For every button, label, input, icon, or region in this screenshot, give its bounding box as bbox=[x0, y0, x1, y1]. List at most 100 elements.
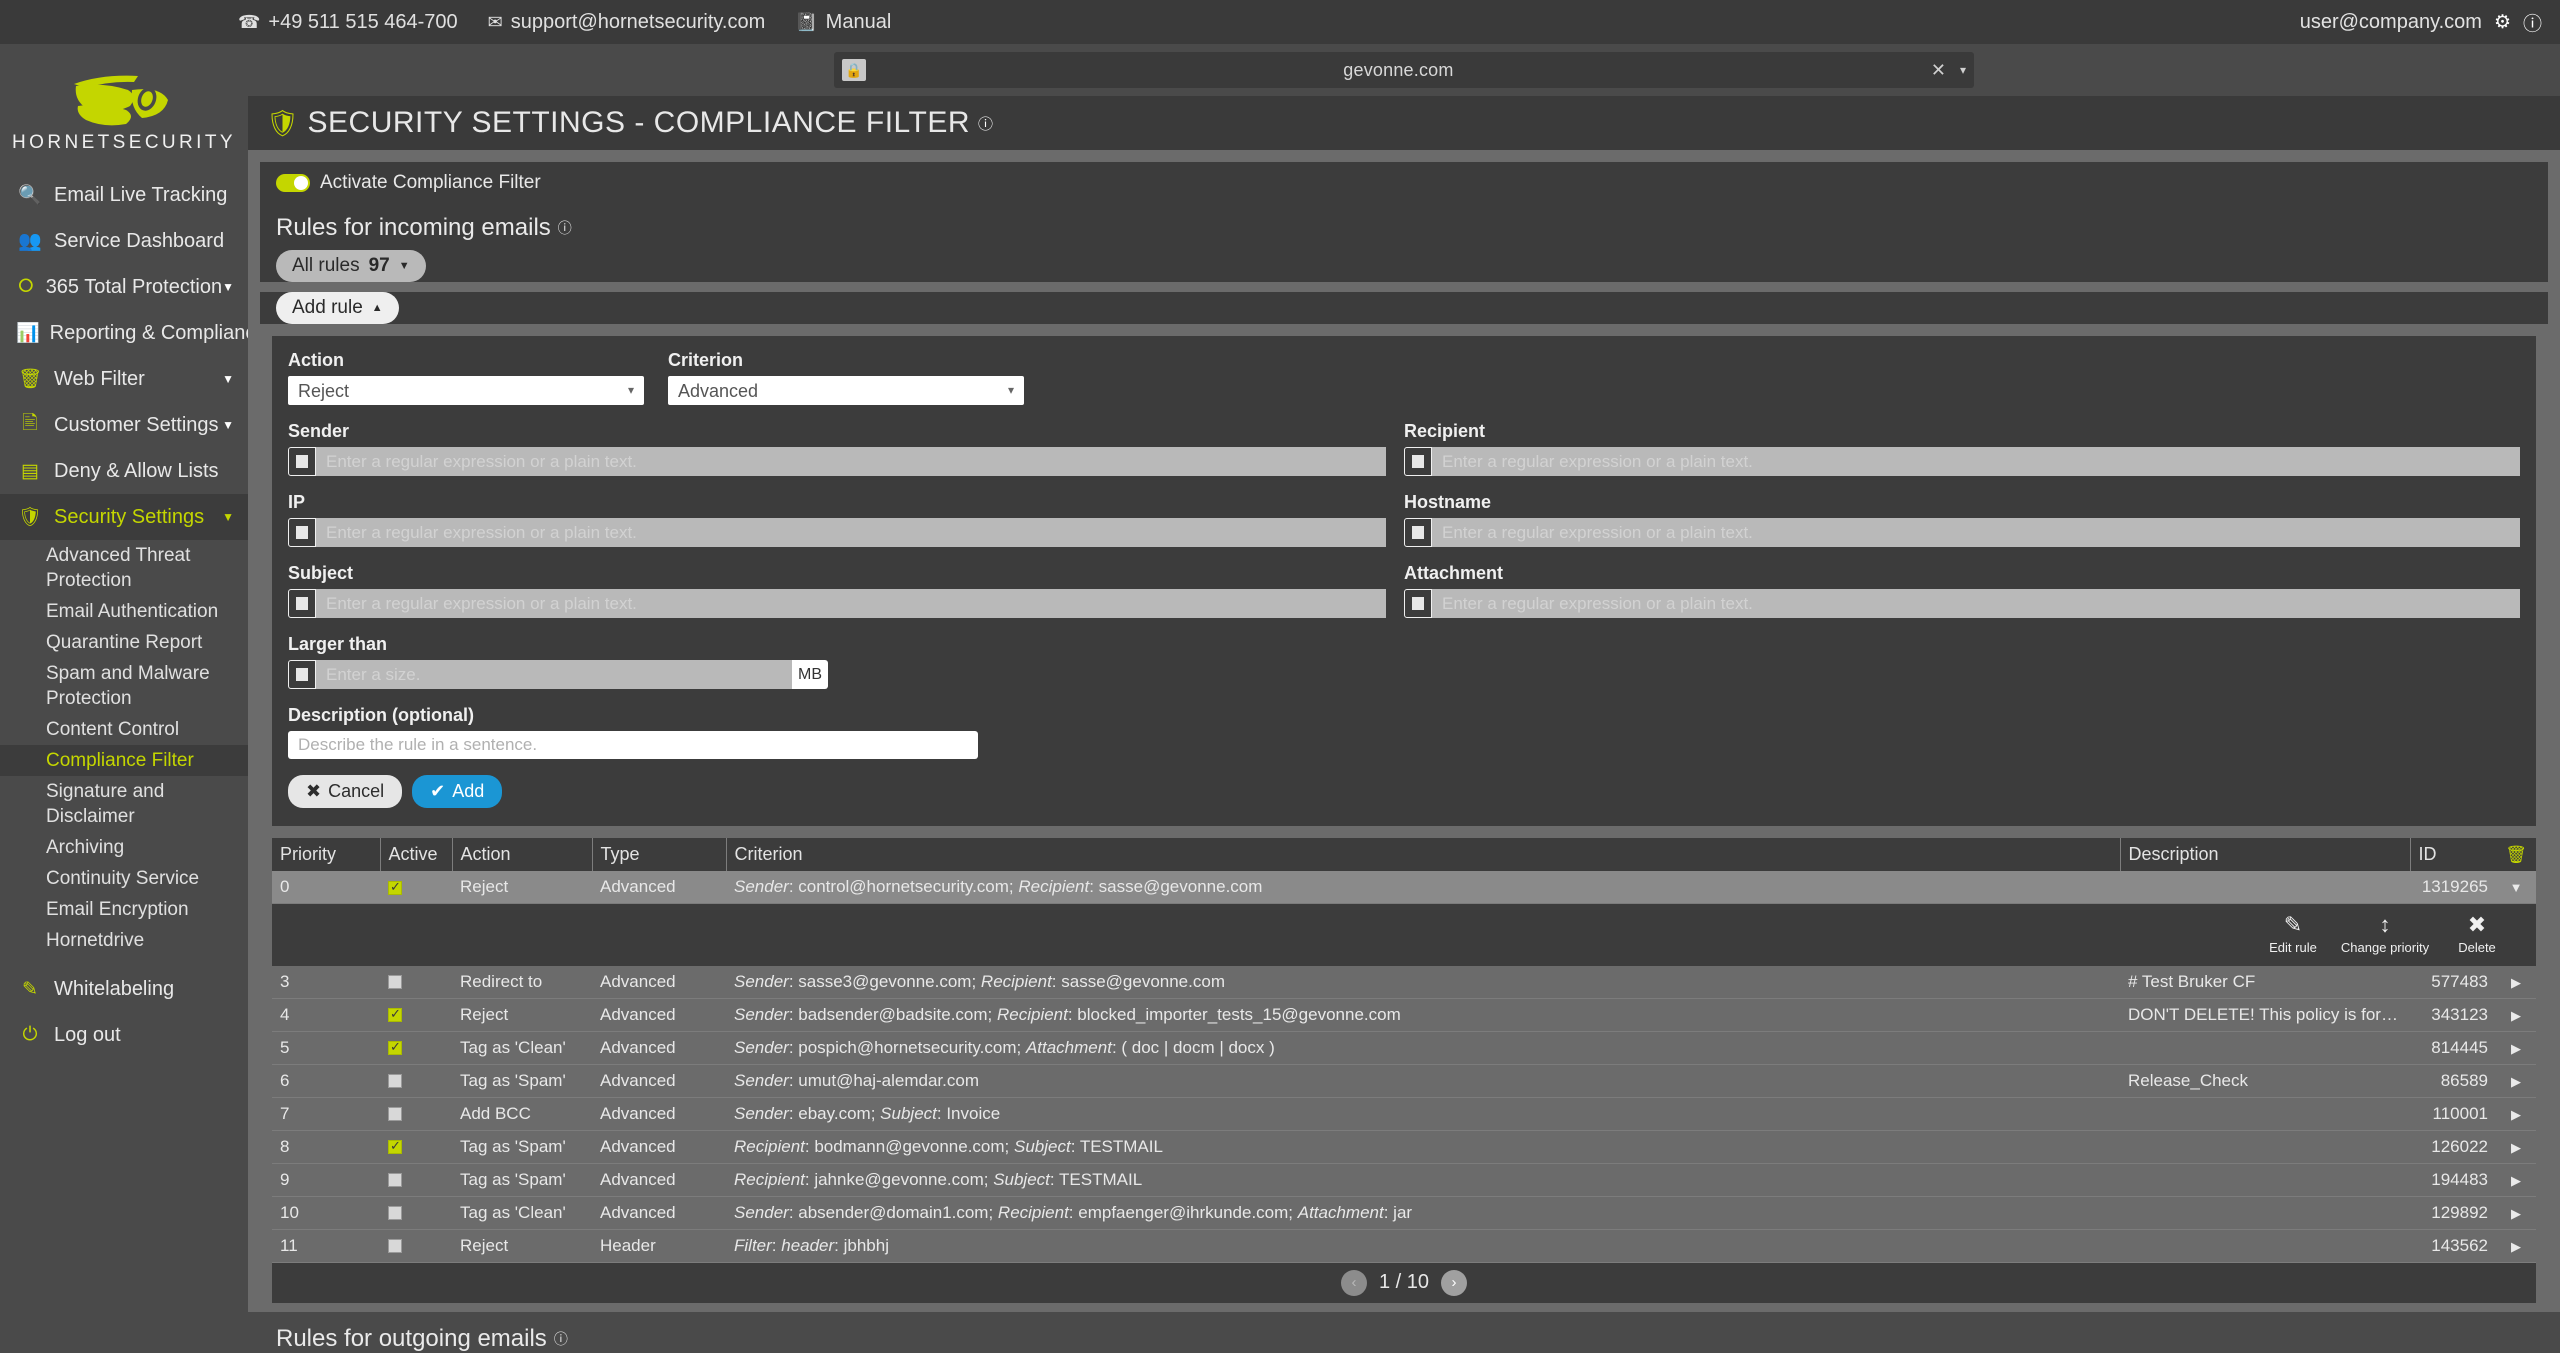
sidebar-item-whitelabeling[interactable]: ✎ Whitelabeling bbox=[0, 966, 248, 1012]
active-checkbox[interactable] bbox=[388, 879, 402, 895]
info-icon[interactable]: ⓘ bbox=[2523, 9, 2542, 36]
chevron-right-icon[interactable]: ▶ bbox=[2511, 1239, 2521, 1254]
active-checkbox[interactable] bbox=[388, 975, 402, 990]
active-checkbox[interactable] bbox=[388, 1239, 402, 1254]
cell-active[interactable] bbox=[380, 1097, 452, 1131]
chevron-right-icon[interactable]: ▶ bbox=[2511, 1074, 2521, 1089]
column-header-type[interactable]: Type bbox=[591, 838, 726, 871]
table-row[interactable]: 7 Add BCC Advanced Sender: ebay.com; Subjec… bbox=[272, 1097, 2536, 1131]
sidebar-item-log-out[interactable]: ⏻ Log out bbox=[0, 1012, 248, 1058]
chevron-right-icon[interactable]: ▶ bbox=[2511, 1107, 2521, 1122]
subject-negate-checkbox[interactable] bbox=[288, 589, 316, 618]
cell-expand[interactable]: ▶ bbox=[2496, 998, 2536, 1032]
close-icon[interactable]: ✕ bbox=[1931, 60, 1946, 81]
ip-input[interactable] bbox=[316, 518, 1386, 547]
next-page-button[interactable]: › bbox=[1441, 1269, 1468, 1296]
sidebar-subitem-signature-disclaimer[interactable]: Signature and Disclaimer bbox=[0, 776, 248, 832]
description-input[interactable] bbox=[288, 731, 978, 759]
phone-contact[interactable]: ☎ +49 511 515 464-700 bbox=[238, 11, 458, 34]
chevron-right-icon[interactable]: ▶ bbox=[2511, 1173, 2521, 1188]
table-row[interactable]: 11 Reject Header Filter: header: jbhbhj 1435… bbox=[272, 1229, 2536, 1263]
active-checkbox[interactable] bbox=[388, 1107, 402, 1122]
add-rule-button[interactable]: Add rule ▲ bbox=[276, 292, 399, 324]
sidebar-subitem-content-control[interactable]: Content Control bbox=[0, 714, 248, 745]
attachment-input[interactable] bbox=[1432, 589, 2520, 618]
active-checkbox[interactable] bbox=[388, 1039, 402, 1056]
manual-link[interactable]: 📓 Manual bbox=[795, 11, 891, 34]
cell-active[interactable] bbox=[380, 998, 452, 1032]
ip-negate-checkbox[interactable] bbox=[288, 518, 316, 547]
table-row[interactable]: 5 Tag as 'Clean'AdvancedSender: pospich@h… bbox=[272, 1031, 2536, 1065]
recipient-input[interactable] bbox=[1432, 447, 2520, 476]
active-checkbox[interactable] bbox=[388, 1074, 402, 1089]
cell-expand[interactable]: ▶ bbox=[2496, 1130, 2536, 1164]
table-row[interactable]: 4 RejectAdvancedSender: badsender@badsite… bbox=[272, 998, 2536, 1032]
cell-active[interactable] bbox=[380, 1229, 452, 1263]
chevron-right-icon[interactable]: ▶ bbox=[2511, 1140, 2521, 1155]
attachment-negate-checkbox[interactable] bbox=[1404, 589, 1432, 618]
prev-page-button[interactable]: ‹ bbox=[1340, 1269, 1367, 1296]
column-header-active[interactable]: Active bbox=[379, 838, 452, 871]
column-header-description[interactable]: Description bbox=[2119, 838, 2410, 871]
table-row[interactable]: 8 Tag as 'Spam'AdvancedRecipient: bodmann… bbox=[272, 1130, 2536, 1164]
recipient-negate-checkbox[interactable] bbox=[1404, 447, 1432, 476]
subject-input[interactable] bbox=[316, 589, 1386, 618]
sidebar-subitem-hornetdrive[interactable]: Hornetdrive bbox=[0, 925, 248, 956]
sidebar-subitem-spam-malware-protection[interactable]: Spam and Malware Protection bbox=[0, 658, 248, 714]
cell-active[interactable] bbox=[380, 1196, 452, 1230]
chevron-right-icon[interactable]: ▶ bbox=[2511, 1206, 2521, 1221]
cell-active[interactable] bbox=[380, 1130, 452, 1164]
table-row[interactable]: 0 RejectAdvancedSender: control@hornetsec… bbox=[272, 871, 2536, 904]
table-row[interactable]: 9 Tag as 'Spam' Advanced Recipient: jahnke@… bbox=[272, 1163, 2536, 1197]
edit-rule-action[interactable]: ✎ Edit rule bbox=[2264, 912, 2322, 954]
larger-than-input[interactable] bbox=[316, 660, 792, 689]
chevron-right-icon[interactable]: ▶ bbox=[2511, 1008, 2521, 1023]
table-row[interactable]: 3 Redirect to Advanced Sender: sasse3@gevon… bbox=[272, 965, 2536, 999]
info-icon[interactable]: ⓘ bbox=[554, 1329, 568, 1349]
email-contact[interactable]: ✉ support@hornetsecurity.com bbox=[488, 11, 766, 34]
info-icon[interactable]: ⓘ bbox=[558, 218, 572, 238]
cell-expand[interactable]: ▼ bbox=[2496, 871, 2536, 904]
column-header-id[interactable]: ID bbox=[2409, 838, 2496, 871]
brand-logo[interactable]: HORNETSECURITY bbox=[0, 44, 248, 172]
cell-expand[interactable]: ▶ bbox=[2496, 1163, 2536, 1197]
chevron-down-icon[interactable]: ▾ bbox=[1960, 63, 1966, 77]
sidebar-subitem-quarantine-report[interactable]: Quarantine Report bbox=[0, 627, 248, 658]
delete-action[interactable]: ✖ Delete bbox=[2448, 912, 2506, 954]
trash-icon[interactable]: 🗑 bbox=[2505, 845, 2527, 864]
cell-active[interactable] bbox=[380, 1064, 452, 1098]
sender-negate-checkbox[interactable] bbox=[288, 447, 316, 476]
sidebar-subitem-advanced-threat-protection[interactable]: Advanced Threat Protection bbox=[0, 540, 248, 596]
cell-active[interactable] bbox=[380, 1163, 452, 1197]
cell-active[interactable] bbox=[380, 1031, 452, 1065]
cell-expand[interactable]: ▶ bbox=[2496, 1064, 2536, 1098]
active-checkbox[interactable] bbox=[388, 1006, 402, 1023]
sidebar-item-reporting-compliance[interactable]: 📊 Reporting & Compliance ▼ bbox=[0, 310, 248, 356]
cancel-button[interactable]: ✖ Cancel bbox=[288, 775, 403, 808]
column-header-priority[interactable]: Priority bbox=[272, 838, 380, 871]
activate-compliance-filter-toggle[interactable] bbox=[276, 174, 310, 192]
change-priority-action[interactable]: ↕ Change priority bbox=[2341, 912, 2429, 954]
sidebar-subitem-email-authentication[interactable]: Email Authentication bbox=[0, 596, 248, 627]
table-row[interactable]: 6 Tag as 'Spam' Advanced Sender: umut@haj-a… bbox=[272, 1064, 2536, 1098]
active-checkbox[interactable] bbox=[388, 1206, 402, 1221]
add-button[interactable]: ✔ Add bbox=[412, 775, 503, 808]
larger-than-negate-checkbox[interactable] bbox=[288, 660, 316, 689]
all-rules-dropdown[interactable]: All rules 97 ▼ bbox=[276, 250, 426, 282]
sidebar-item-deny-allow-lists[interactable]: ▤ Deny & Allow Lists bbox=[0, 448, 248, 494]
sidebar-item-email-live-tracking[interactable]: 🔍 Email Live Tracking bbox=[0, 172, 248, 218]
sidebar-item-365-total-protection[interactable]: ⭘ 365 Total Protection ▼ bbox=[0, 264, 248, 310]
gear-icon[interactable]: ⚙ bbox=[2494, 11, 2511, 34]
sidebar-item-web-filter[interactable]: 🗑 Web Filter ▼ bbox=[0, 356, 248, 402]
cell-expand[interactable]: ▶ bbox=[2496, 965, 2536, 999]
table-row[interactable]: 10 Tag as 'Clean' Advanced Sender: absender… bbox=[272, 1196, 2536, 1230]
action-select[interactable]: Reject bbox=[288, 376, 644, 405]
column-header-trash[interactable]: 🗑 bbox=[2496, 838, 2536, 871]
cell-expand[interactable]: ▶ bbox=[2496, 1031, 2536, 1065]
chevron-right-icon[interactable]: ▶ bbox=[2511, 975, 2521, 990]
active-checkbox[interactable] bbox=[388, 1138, 402, 1155]
chevron-right-icon[interactable]: ▶ bbox=[2511, 1041, 2521, 1056]
cell-expand[interactable]: ▶ bbox=[2496, 1196, 2536, 1230]
sidebar-subitem-continuity-service[interactable]: Continuity Service bbox=[0, 863, 248, 894]
sidebar-subitem-archiving[interactable]: Archiving bbox=[0, 832, 248, 863]
